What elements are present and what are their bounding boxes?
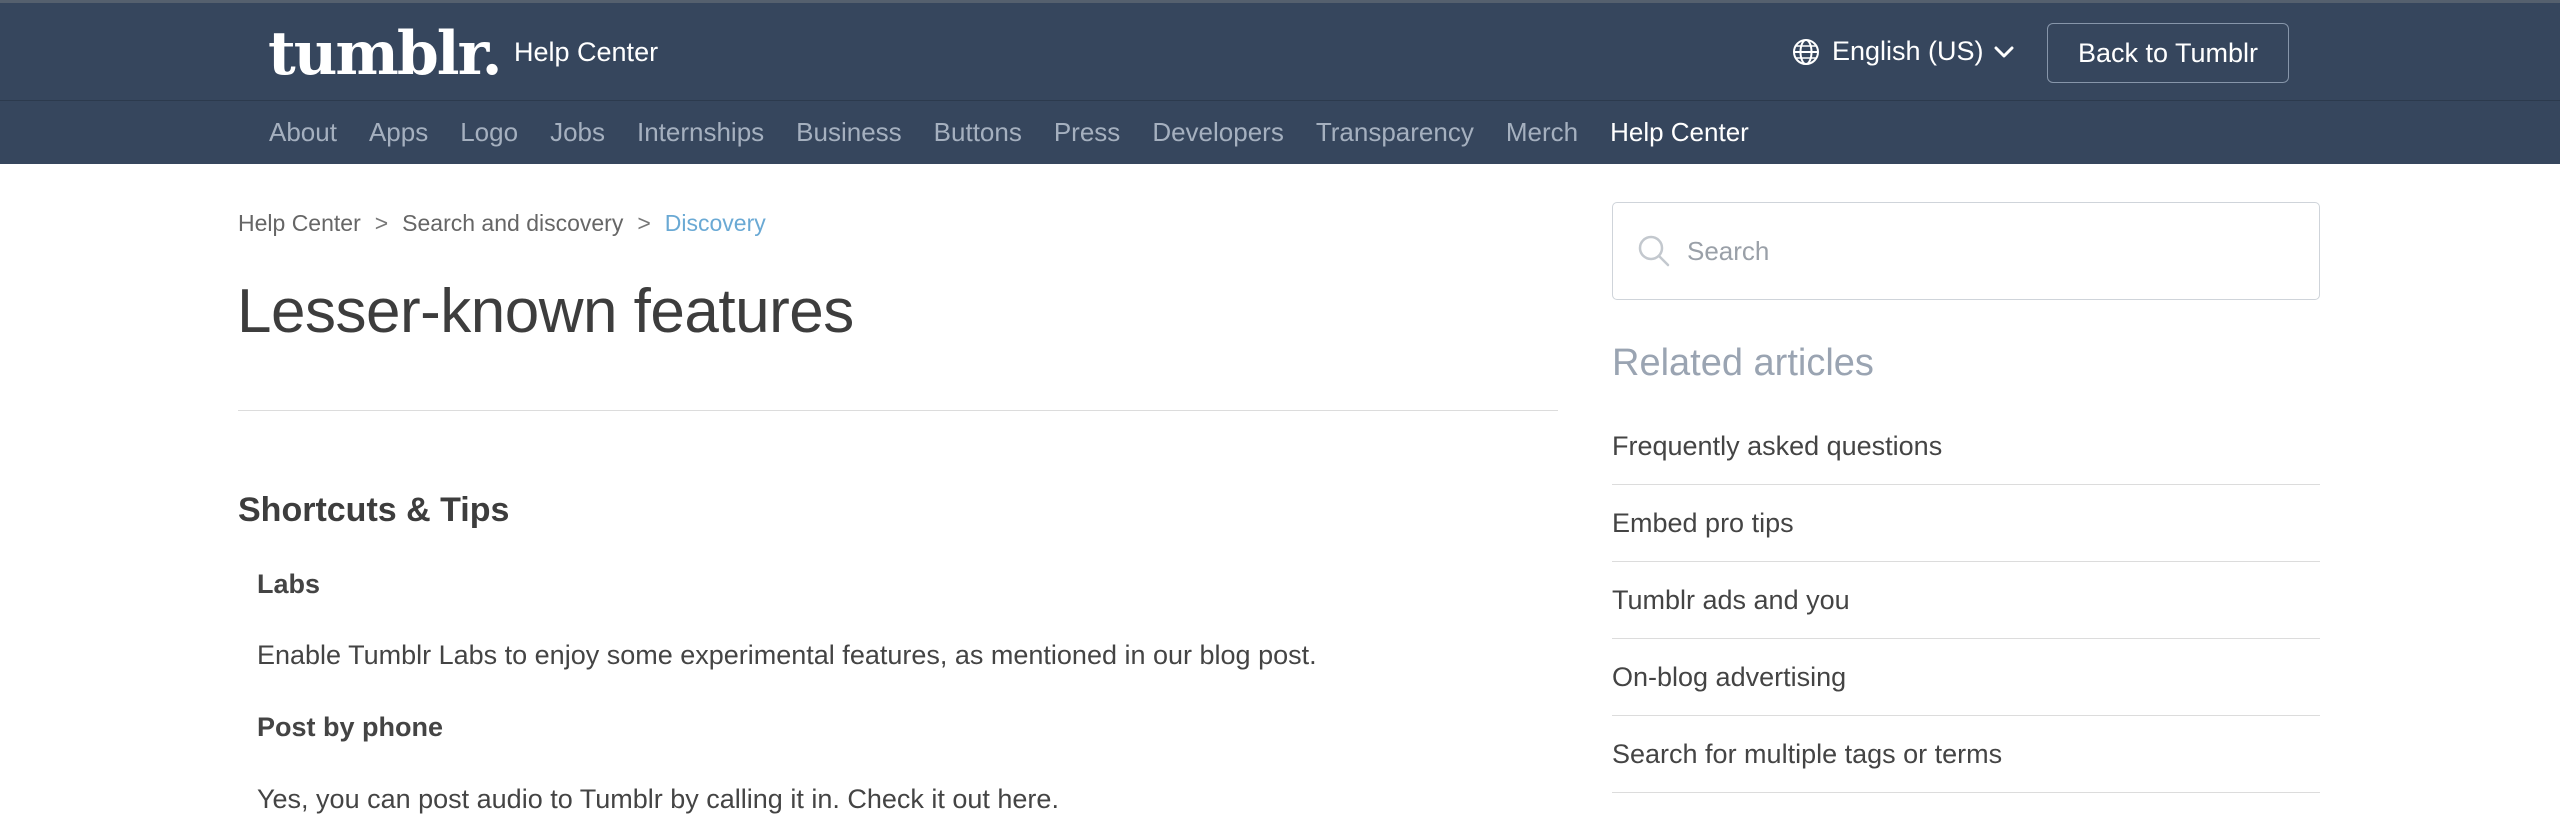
nav-item-developers[interactable]: Developers [1152, 117, 1284, 148]
nav-item-merch[interactable]: Merch [1506, 117, 1578, 148]
nav-item-transparency[interactable]: Transparency [1316, 117, 1474, 148]
related-articles-list: Frequently asked questions Embed pro tip… [1612, 408, 2320, 793]
page-title: Lesser-known features [237, 277, 854, 346]
main-nav: About Apps Logo Jobs Internships Busines… [0, 101, 2560, 164]
related-article-link[interactable]: On-blog advertising [1612, 639, 2320, 716]
nav-item-apps[interactable]: Apps [369, 117, 428, 148]
tumblr-logo[interactable]: tumblr. [268, 19, 503, 89]
help-center-label[interactable]: Help Center [514, 37, 658, 68]
nav-item-buttons[interactable]: Buttons [934, 117, 1022, 148]
labs-heading: Labs [257, 569, 321, 599]
nav-item-internships[interactable]: Internships [637, 117, 764, 148]
breadcrumb-discovery[interactable]: Discovery [665, 210, 766, 237]
related-article-link[interactable]: Frequently asked questions [1612, 408, 2320, 485]
search-icon [1638, 235, 1670, 267]
breadcrumb-help-center[interactable]: Help Center [238, 210, 361, 237]
title-divider [238, 410, 1558, 411]
labs-paragraph: Enable Tumblr Labs to enjoy some experim… [257, 640, 1317, 670]
chevron-down-icon [1994, 46, 2014, 57]
globe-icon [1793, 38, 1819, 65]
breadcrumb-separator: > [637, 210, 651, 236]
related-article-link[interactable]: Tumblr ads and you [1612, 562, 2320, 639]
related-article-link[interactable]: Embed pro tips [1612, 485, 2320, 562]
nav-item-help-center[interactable]: Help Center [1610, 117, 1749, 148]
nav-item-press[interactable]: Press [1054, 117, 1120, 148]
related-articles-title: Related articles [1612, 342, 1874, 384]
language-label: English (US) [1832, 36, 1984, 66]
back-to-tumblr-button[interactable]: Back to Tumblr [2047, 23, 2289, 83]
search-box[interactable] [1612, 202, 2320, 300]
related-article-link[interactable]: Search for multiple tags or terms [1612, 716, 2320, 793]
post-by-phone-heading: Post by phone [257, 712, 444, 742]
nav-item-jobs[interactable]: Jobs [550, 117, 605, 148]
language-selector[interactable]: English (US) [1792, 36, 2026, 67]
breadcrumb-search-and-discovery[interactable]: Search and discovery [402, 210, 623, 237]
breadcrumb-separator: > [374, 210, 389, 236]
header-bar: tumblr. Help Center English (US) Back to… [0, 3, 2560, 101]
nav-item-about[interactable]: About [269, 117, 337, 148]
nav-item-logo[interactable]: Logo [460, 117, 518, 148]
search-input[interactable] [1685, 234, 2289, 268]
nav-item-business[interactable]: Business [796, 117, 902, 148]
breadcrumb: Help Center > Search and discovery > Dis… [238, 210, 766, 237]
section-title: Shortcuts & Tips [238, 491, 510, 529]
